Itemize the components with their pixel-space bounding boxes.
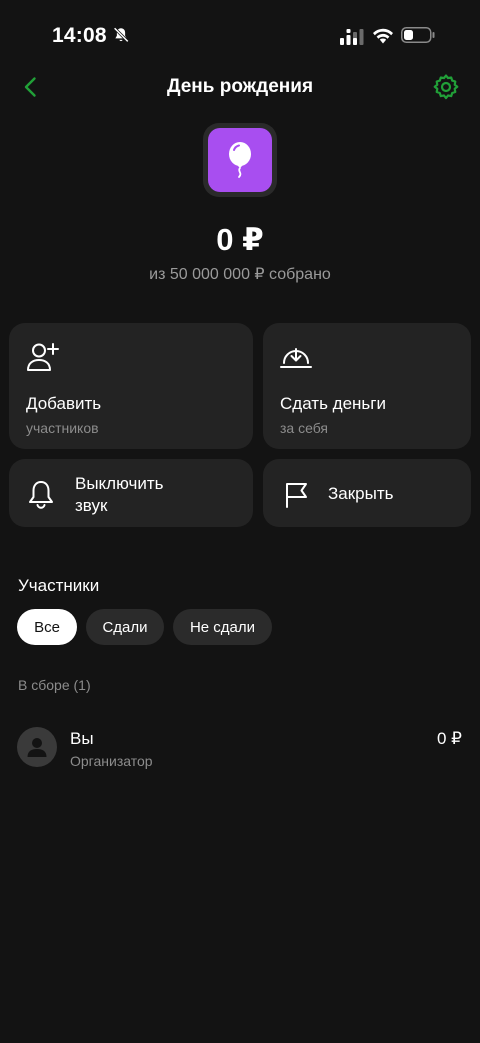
filter-all-chip[interactable]: Все <box>17 609 77 645</box>
filter-paid-chip[interactable]: Сдали <box>86 609 164 645</box>
person-icon <box>27 738 47 757</box>
card-label-line2: звук <box>75 496 108 515</box>
card-sub: участников <box>26 420 99 436</box>
group-label: В сборе (1) <box>18 677 91 693</box>
gear-icon <box>433 74 459 100</box>
battery-icon <box>401 27 435 43</box>
status-bar: 14:08 <box>0 0 480 70</box>
card-label: Выключить звук <box>75 473 163 517</box>
goal-icon-tile <box>208 128 272 192</box>
member-row[interactable]: Вы Организатор 0 ₽ <box>0 720 480 780</box>
member-role: Организатор <box>70 753 153 769</box>
close-collection-card[interactable]: Закрыть <box>263 459 471 527</box>
balloon-icon <box>229 142 251 178</box>
member-amount: 0 ₽ <box>437 729 462 748</box>
collected-amount: 0 ₽ <box>216 222 264 257</box>
avatar <box>17 727 57 767</box>
add-participants-card[interactable]: Добавить участников <box>9 323 253 449</box>
flag-icon <box>286 483 307 508</box>
download-icon <box>280 348 312 368</box>
header: День рождения <box>0 64 480 108</box>
goal-avatar <box>203 123 277 197</box>
status-time: 14:08 <box>52 24 107 47</box>
bell-off-icon <box>113 27 129 43</box>
bell-icon <box>29 481 53 509</box>
pay-money-card[interactable]: Сдать деньги за себя <box>263 323 471 449</box>
wifi-icon <box>373 28 393 44</box>
goal-subtitle: из 50 000 000 ₽ собрано <box>149 266 331 283</box>
card-label-line1: Выключить <box>75 474 164 493</box>
page-title: День рождения <box>166 76 314 97</box>
settings-button[interactable] <box>429 70 463 104</box>
participants-title: Участники <box>18 576 100 595</box>
signal-icon <box>340 29 364 45</box>
card-label: Закрыть <box>328 484 394 503</box>
mute-card[interactable]: Выключить звук <box>9 459 253 527</box>
card-label: Сдать деньги <box>280 394 386 413</box>
member-name: Вы <box>70 729 94 748</box>
card-sub: за себя <box>280 420 329 436</box>
card-label: Добавить <box>26 394 102 413</box>
filter-unpaid-chip[interactable]: Не сдали <box>173 609 272 645</box>
add-user-icon <box>27 343 59 371</box>
